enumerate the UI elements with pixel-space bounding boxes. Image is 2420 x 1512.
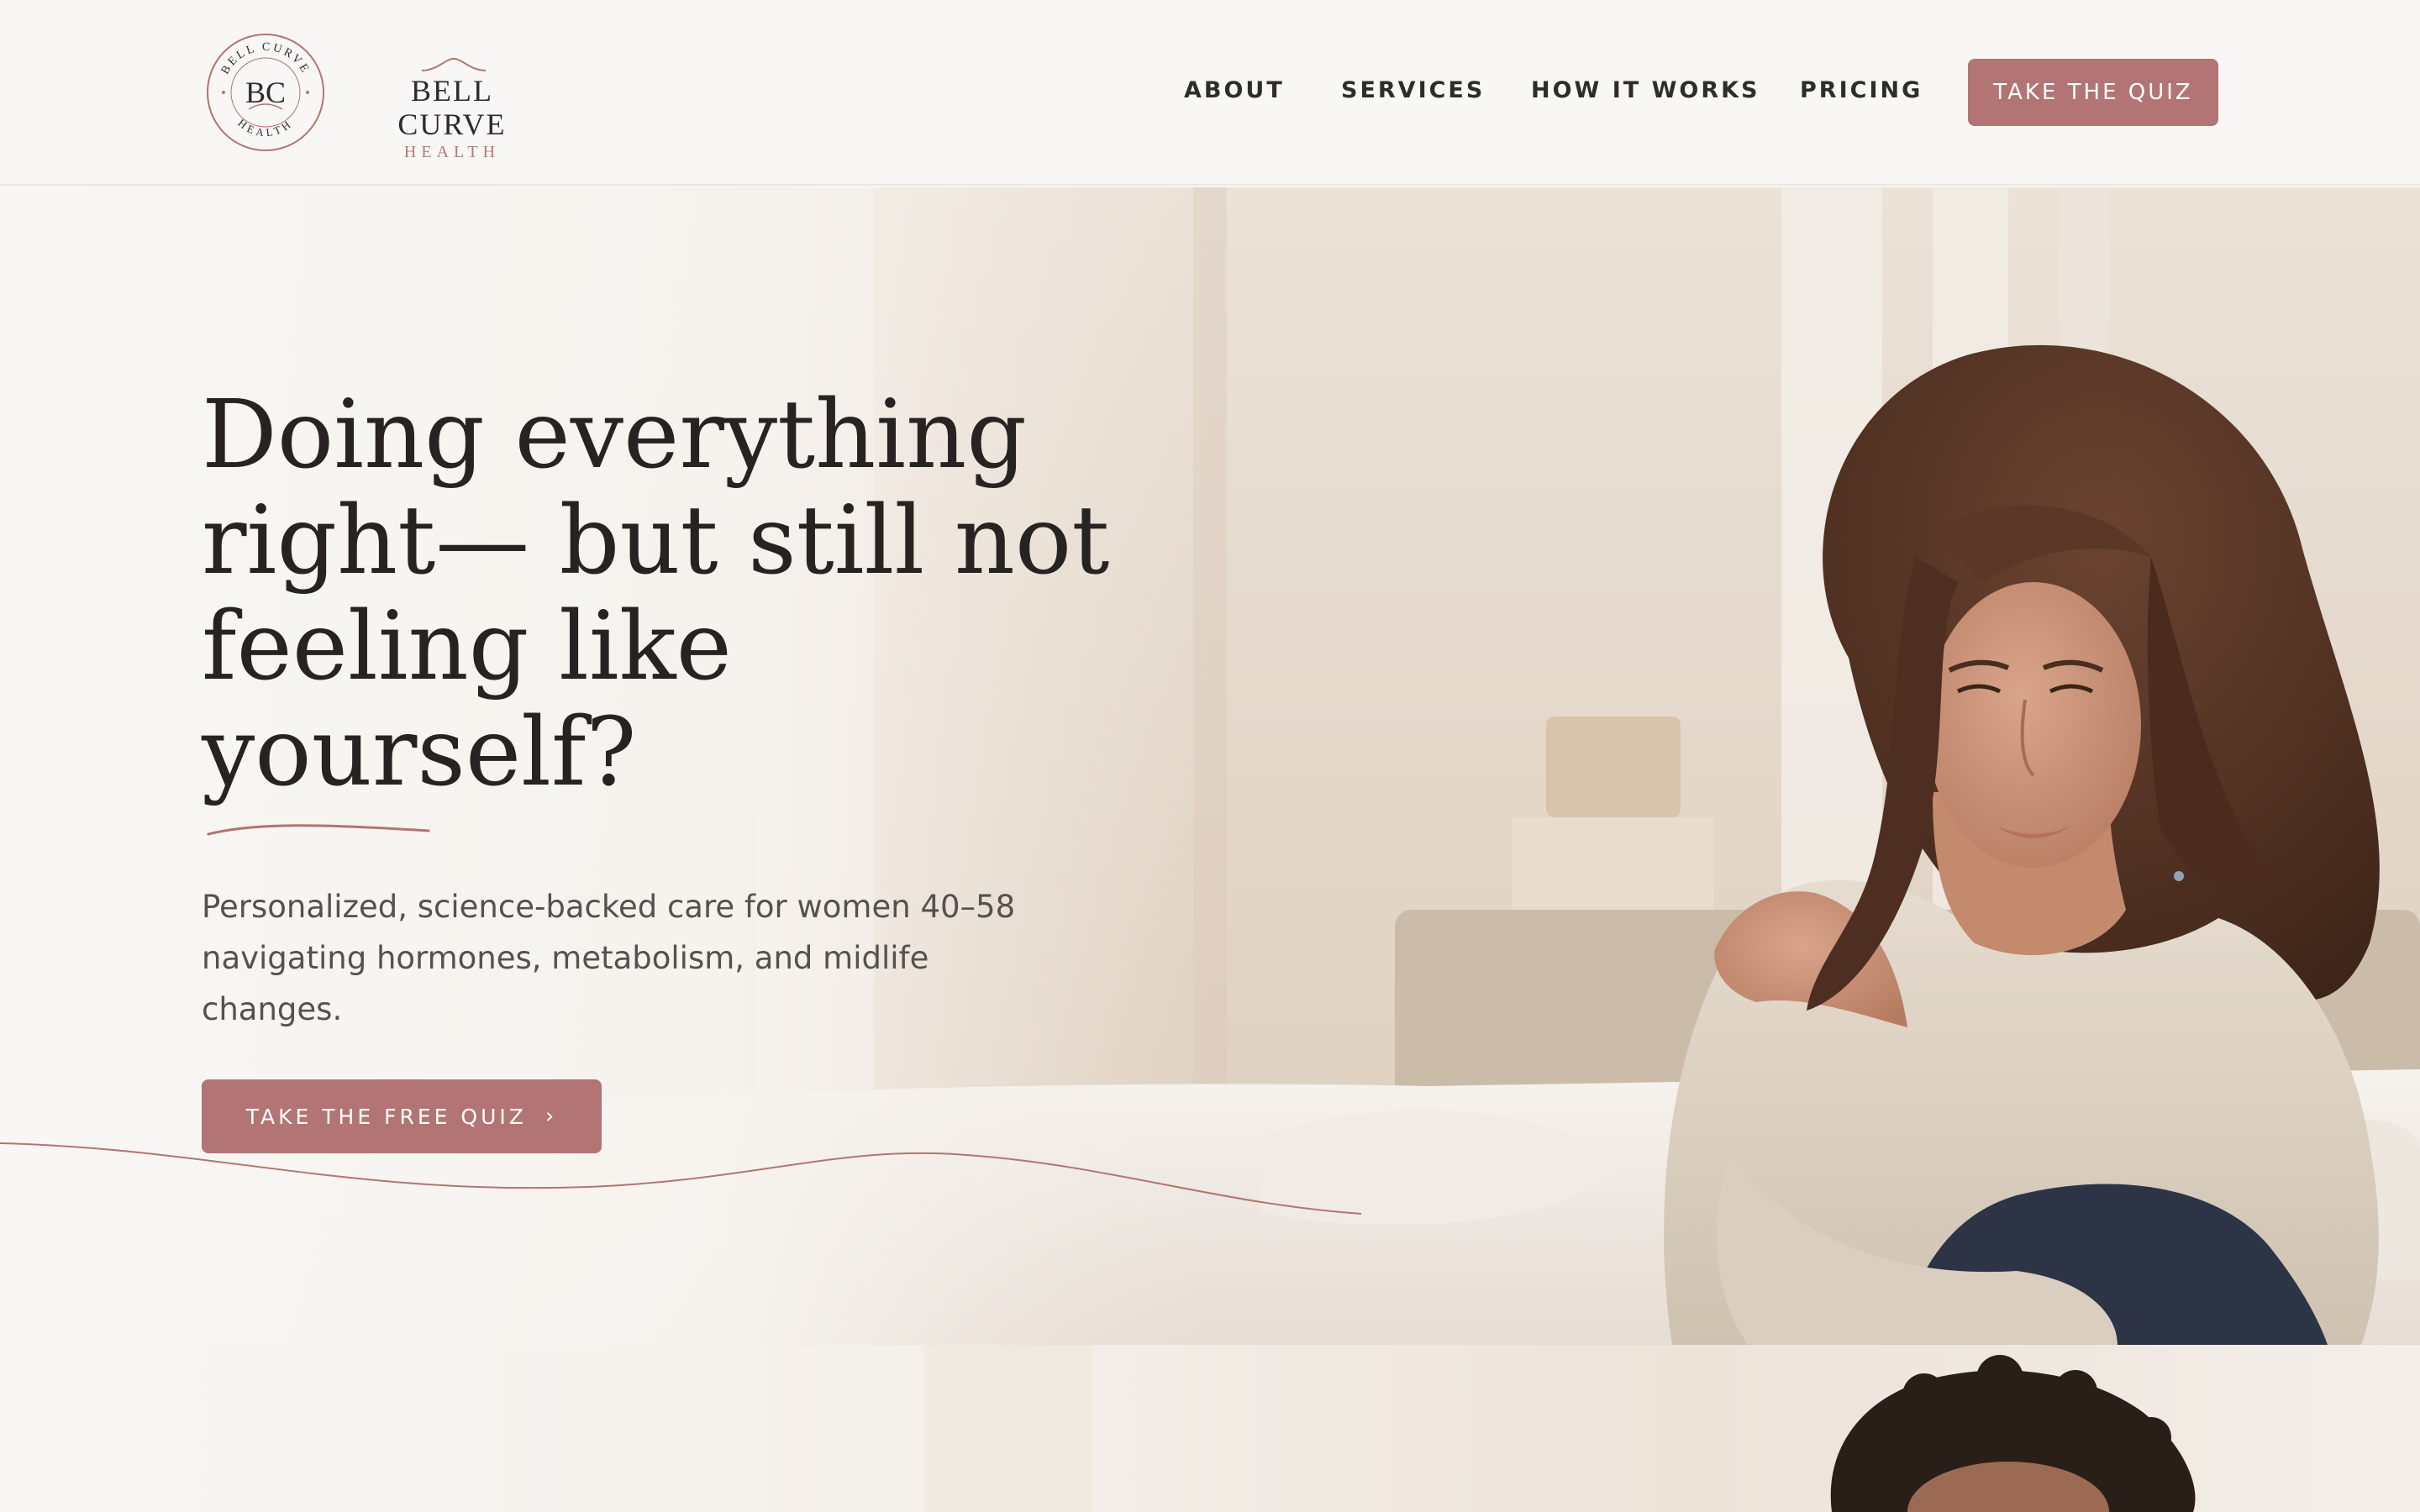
headline-line-4: yourself? — [202, 698, 637, 807]
hero-subtext: Personalized, science-backed care for wo… — [202, 889, 1016, 1027]
take-quiz-button[interactable]: TAKE THE QUIZ — [1968, 59, 2218, 126]
logo-icon: BELL CURVE HEALTH BC — [207, 34, 324, 151]
hero-section: Doing everything right— but still not fe… — [0, 187, 2420, 1345]
decorative-wave-line — [0, 1142, 1362, 1215]
logo-name-line1: BELL CURVE — [397, 74, 507, 141]
headline-underline-swoosh — [207, 824, 430, 836]
emblem-ring-bottom: HEALTH — [235, 117, 292, 139]
headline-line-1: Doing everything — [202, 381, 1027, 490]
hero-headline: Doing everything right— but still not fe… — [202, 382, 1109, 806]
next-section-preview — [0, 1345, 2420, 1512]
next-section-photo — [924, 1345, 2196, 1512]
nav-link-how-it-works[interactable]: HOW IT WORKS — [1531, 77, 1760, 103]
headline-line-2: right— but still not — [202, 486, 1110, 596]
emblem-ring-top: BELL CURVE — [219, 41, 310, 76]
logo-wordmark[interactable]: BELL CURVE HEALTH — [360, 74, 544, 161]
logo-swoosh-icon — [421, 57, 487, 71]
take-free-quiz-label: TAKE THE FREE QUIZ — [245, 1104, 527, 1129]
svg-text:BELL CURVE: BELL CURVE — [219, 41, 313, 76]
logo-name-line2: HEALTH — [403, 143, 501, 161]
nav-link-services[interactable]: SERVICES — [1341, 77, 1485, 103]
svg-text:HEALTH: HEALTH — [235, 117, 295, 139]
chevron-right-icon: › — [544, 1104, 558, 1129]
headline-line-3: feeling like — [202, 592, 732, 701]
nav-link-about[interactable]: ABOUT — [1184, 77, 1285, 103]
site-header: BELL CURVE HEALTH BC BELL CURVE HEALTH A… — [0, 0, 2420, 186]
logo-emblem[interactable]: BELL CURVE HEALTH BC — [205, 32, 326, 153]
nav-link-pricing[interactable]: PRICING — [1800, 77, 1923, 103]
